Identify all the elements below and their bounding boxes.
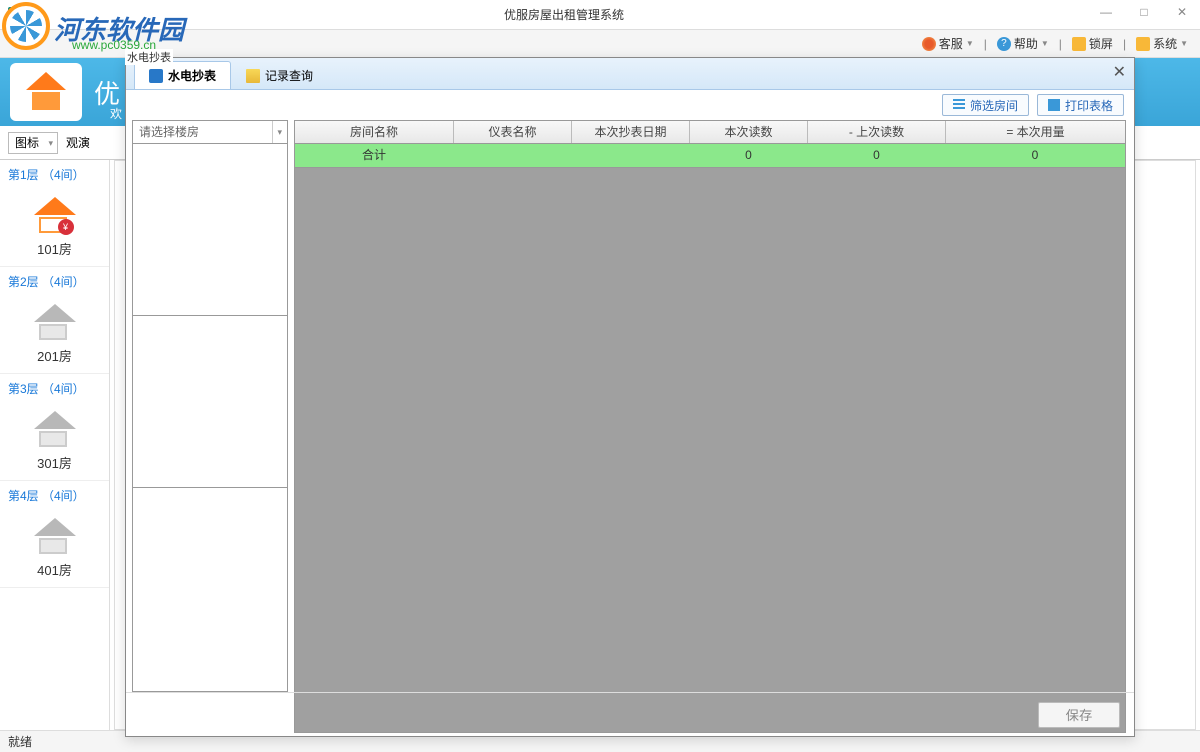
modal-close-button[interactable]: ✕ bbox=[1113, 62, 1126, 82]
col-usage[interactable]: = 本次用量 bbox=[946, 121, 1125, 143]
save-button[interactable]: 保存 bbox=[1038, 702, 1120, 728]
total-current: 0 bbox=[690, 144, 808, 167]
people-icon bbox=[922, 37, 936, 51]
lock-icon bbox=[1072, 37, 1086, 51]
app-icon bbox=[8, 7, 24, 23]
list-icon bbox=[953, 99, 965, 111]
view-mode-dropdown[interactable]: 图标 bbox=[8, 132, 58, 154]
maximize-button[interactable]: □ bbox=[1134, 5, 1154, 25]
welcome-text: 欢 bbox=[110, 105, 122, 122]
room-label: 201房 bbox=[0, 346, 109, 365]
menu-customer[interactable]: 客服▼ bbox=[918, 33, 978, 54]
house-active-icon: ¥ bbox=[34, 197, 76, 235]
data-grid: 房间名称 仪表名称 本次抄表日期 本次读数 - 上次读数 = 本次用量 合计 0… bbox=[294, 120, 1126, 692]
tab-meter-reading[interactable]: 水电抄表 bbox=[134, 61, 231, 89]
col-current-reading[interactable]: 本次读数 bbox=[690, 121, 808, 143]
sidebar: 第1层 （4间）¥101房第2层 （4间）201房第3层 （4间）301房第4层… bbox=[0, 160, 110, 730]
filter-bar: 筛选房间 打印表格 bbox=[126, 90, 1134, 120]
grid-body[interactable] bbox=[294, 168, 1126, 733]
room-label: 301房 bbox=[0, 453, 109, 472]
building-panel: 请选择楼房 bbox=[132, 120, 288, 692]
minimize-button[interactable]: — bbox=[1096, 5, 1116, 25]
total-row: 合计 0 0 0 bbox=[294, 144, 1126, 168]
tab-record-query[interactable]: 记录查询 bbox=[231, 61, 328, 89]
print-icon bbox=[1048, 99, 1060, 111]
modal-tabs: 水电抄表 记录查询 bbox=[126, 58, 1134, 90]
logo bbox=[10, 63, 82, 121]
menu-help[interactable]: ? 帮助▼ bbox=[993, 33, 1053, 54]
floor-header[interactable]: 第1层 （4间） bbox=[0, 160, 109, 189]
modal-window-title: 水电抄表 bbox=[125, 49, 173, 65]
house-inactive-icon bbox=[34, 518, 76, 556]
query-icon bbox=[246, 69, 260, 83]
menu-lock[interactable]: 锁屏 bbox=[1068, 33, 1117, 54]
total-usage: 0 bbox=[946, 144, 1125, 167]
room-item[interactable]: 301房 bbox=[0, 403, 109, 480]
floor-header[interactable]: 第2层 （4间） bbox=[0, 267, 109, 296]
total-prev: 0 bbox=[808, 144, 946, 167]
building-select[interactable]: 请选择楼房 bbox=[132, 120, 288, 144]
floor-header[interactable]: 第4层 （4间） bbox=[0, 481, 109, 510]
total-label: 合计 bbox=[295, 144, 454, 167]
floor-header[interactable]: 第3层 （4间） bbox=[0, 374, 109, 403]
window-title: 优服房屋出租管理系统 bbox=[32, 6, 1096, 23]
house-inactive-icon bbox=[34, 304, 76, 342]
help-icon: ? bbox=[997, 37, 1011, 51]
room-label: 401房 bbox=[0, 560, 109, 579]
col-prev-reading[interactable]: - 上次读数 bbox=[808, 121, 946, 143]
house-inactive-icon bbox=[34, 411, 76, 449]
col-room-name[interactable]: 房间名称 bbox=[295, 121, 454, 143]
modal-footer: 保存 bbox=[126, 692, 1134, 736]
col-reading-date[interactable]: 本次抄表日期 bbox=[572, 121, 690, 143]
grid-header: 房间名称 仪表名称 本次抄表日期 本次读数 - 上次读数 = 本次用量 bbox=[294, 120, 1126, 144]
observe-label: 观演 bbox=[66, 134, 90, 151]
room-item[interactable]: ¥101房 bbox=[0, 189, 109, 266]
meter-icon bbox=[149, 69, 163, 83]
menubar: 客服▼ | ? 帮助▼ | 锁屏 | 系统▼ bbox=[0, 30, 1200, 58]
building-tree[interactable] bbox=[132, 144, 288, 692]
col-meter-name[interactable]: 仪表名称 bbox=[454, 121, 572, 143]
gear-icon bbox=[1136, 37, 1150, 51]
room-item[interactable]: 201房 bbox=[0, 296, 109, 373]
room-label: 101房 bbox=[0, 239, 109, 258]
print-table-button[interactable]: 打印表格 bbox=[1037, 94, 1124, 116]
menu-system[interactable]: 系统▼ bbox=[1132, 33, 1192, 54]
modal-dialog: ✕ 水电抄表 记录查询 筛选房间 打印表格 请选择楼房 bbox=[125, 57, 1135, 737]
filter-room-button[interactable]: 筛选房间 bbox=[942, 94, 1029, 116]
titlebar: 优服房屋出租管理系统 — □ ✕ bbox=[0, 0, 1200, 30]
room-item[interactable]: 401房 bbox=[0, 510, 109, 587]
close-button[interactable]: ✕ bbox=[1172, 5, 1192, 25]
